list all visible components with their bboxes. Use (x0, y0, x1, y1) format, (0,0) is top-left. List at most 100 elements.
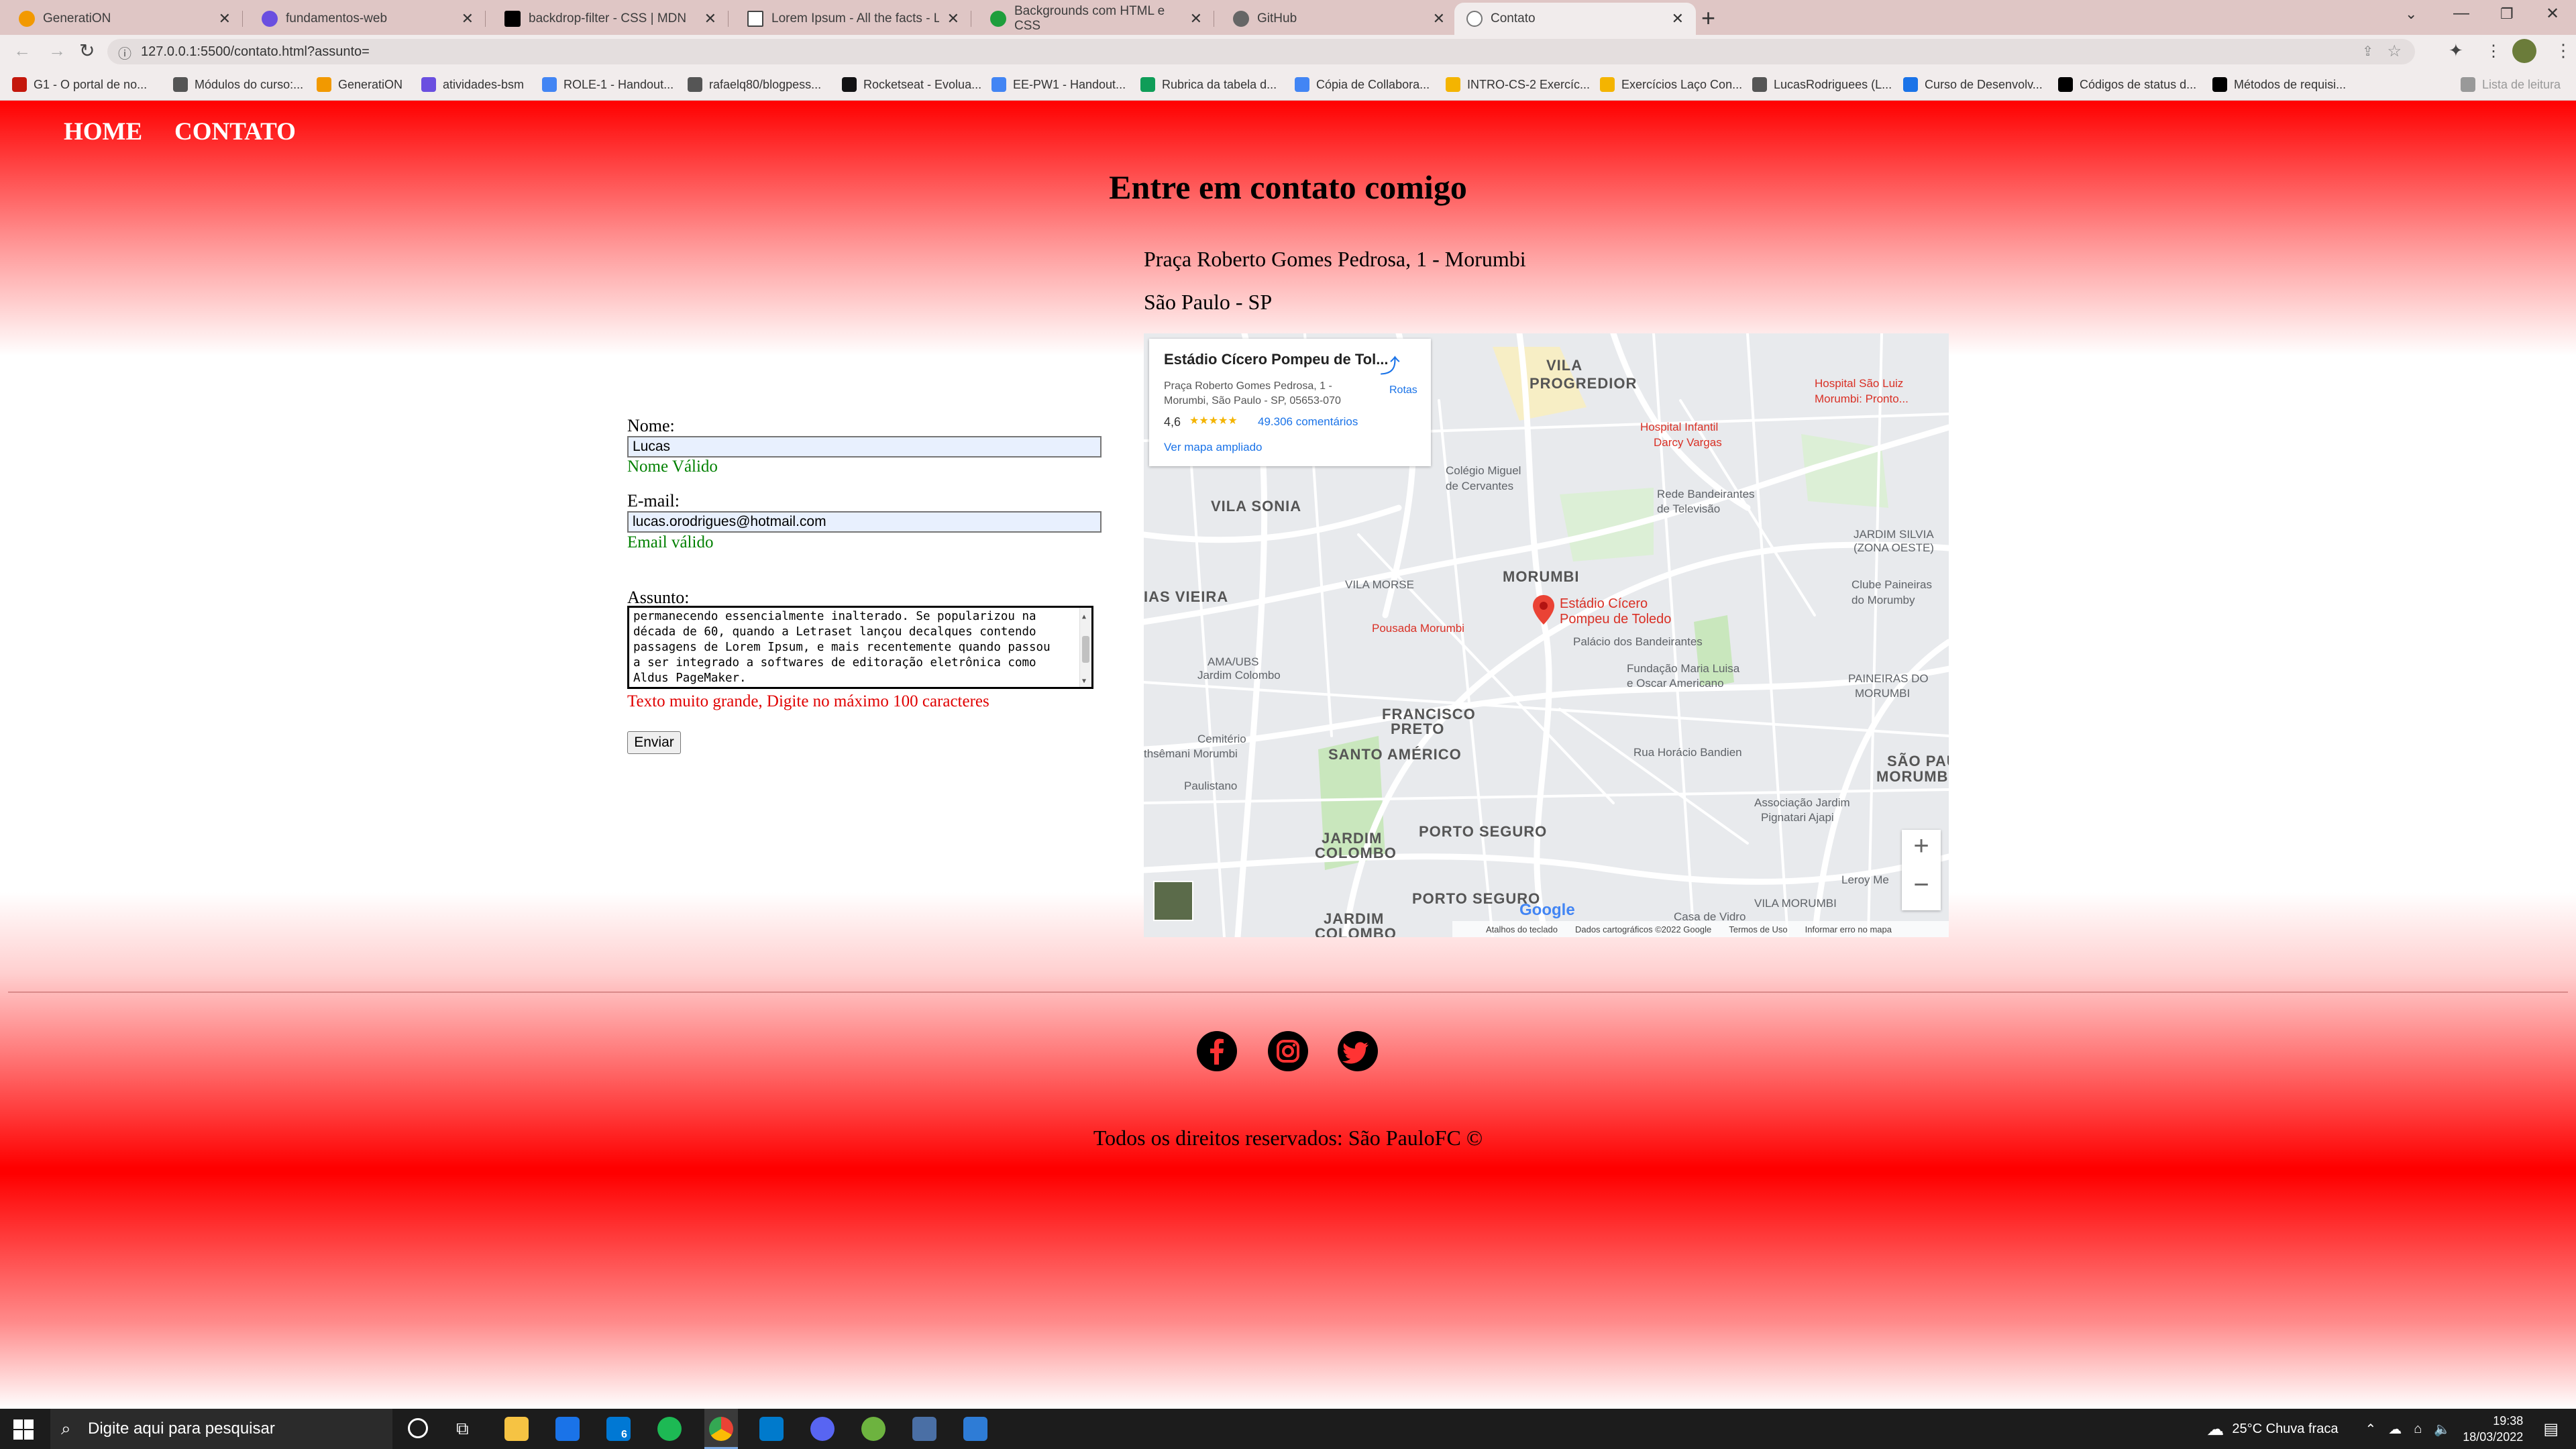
bookmark-item[interactable]: Rocketseat - Evolua... (842, 74, 981, 95)
share-icon[interactable]: ⇪ (2362, 43, 2373, 60)
taskbar-search-box[interactable]: ⌕ Digite aqui para pesquisar (50, 1409, 392, 1449)
scroll-down-icon[interactable]: ▼ (1082, 674, 1086, 687)
bookmark-item[interactable]: Métodos de requisi... (2212, 74, 2346, 95)
weather-text[interactable]: 25°C Chuva fraca (2232, 1421, 2338, 1437)
close-tab-icon[interactable]: ✕ (462, 10, 474, 28)
bookmark-item[interactable]: rafaelq80/blogpess... (688, 74, 821, 95)
directions-icon[interactable]: ⤴ (1380, 350, 1400, 379)
address-bar[interactable]: ⓘ 127.0.0.1:5500/contato.html?assunto= ⇪… (107, 39, 2415, 64)
terms-link[interactable]: Termos de Uso (1729, 924, 1787, 934)
bookmark-item[interactable]: atividades-bsm (421, 74, 524, 95)
back-icon[interactable]: ← (13, 40, 31, 61)
tab-search-icon[interactable]: ⌄ (2405, 5, 2417, 23)
github-classroom-favicon-icon (262, 11, 278, 27)
keyboard-shortcuts-link[interactable]: Atalhos do teclado (1486, 924, 1558, 934)
tab-contato[interactable]: Contato ✕ (1454, 3, 1696, 35)
profile-avatar[interactable] (2512, 39, 2536, 63)
close-tab-icon[interactable]: ✕ (1672, 10, 1684, 28)
tab-github[interactable]: GitHub ✕ (1221, 3, 1457, 35)
bookmark-label: Módulos do curso:... (195, 77, 304, 91)
scroll-up-icon[interactable]: ▲ (1082, 609, 1086, 625)
bookmark-item[interactable]: G1 - O portal de no... (12, 74, 147, 95)
discord-icon[interactable] (810, 1417, 835, 1441)
zoom-out-button[interactable]: − (1902, 870, 1941, 900)
instagram-icon[interactable] (1267, 1030, 1309, 1073)
bookmark-item[interactable]: Códigos de status d... (2058, 74, 2196, 95)
site-info-icon[interactable]: ⓘ (118, 43, 131, 62)
file-explorer-icon[interactable] (504, 1417, 529, 1441)
spring-tools-icon[interactable] (861, 1417, 885, 1441)
textarea-scrollbar[interactable]: ▲ ▼ (1079, 608, 1091, 687)
photos-icon[interactable] (963, 1417, 987, 1441)
windows-start-icon[interactable] (13, 1419, 34, 1440)
reload-icon[interactable]: ↻ (79, 40, 95, 62)
bookmark-item[interactable]: Exercícios Laço Con... (1600, 74, 1742, 95)
nome-input[interactable] (627, 436, 1102, 458)
bookmark-item[interactable]: INTRO-CS-2 Exercíc... (1446, 74, 1590, 95)
onedrive-icon[interactable]: ☁ (2388, 1421, 2402, 1438)
report-error-link[interactable]: Informar erro no mapa (1805, 924, 1892, 934)
restore-icon[interactable]: ❐ (2500, 5, 2514, 23)
vscode-icon[interactable] (759, 1417, 784, 1441)
assunto-text-line: permanecendo essencialmente inalterado. … (633, 610, 1036, 623)
map-pin-icon[interactable] (1533, 595, 1554, 625)
extensions-icon[interactable]: ✦ (2449, 40, 2463, 61)
email-input[interactable] (627, 511, 1102, 533)
volume-icon[interactable]: 🔈 (2434, 1421, 2451, 1438)
directions-link[interactable]: Rotas (1389, 384, 1417, 396)
assunto-label: Assunto: (627, 588, 690, 607)
chrome-taskbar-button[interactable] (704, 1409, 738, 1449)
close-tab-icon[interactable]: ✕ (947, 10, 959, 28)
reviews-link[interactable]: 49.306 comentários (1258, 415, 1358, 429)
bookmark-item[interactable]: Lista de leitura (2461, 74, 2561, 95)
assunto-textarea[interactable]: permanecendo essencialmente inalterado. … (627, 606, 1093, 689)
bookmark-item[interactable]: EE-PW1 - Handout... (991, 74, 1126, 95)
mail-icon[interactable]: 6 (606, 1417, 631, 1441)
tab-lorem-ipsum[interactable]: Lorem Ipsum - All the facts - Lip ✕ (735, 3, 971, 35)
cortana-icon[interactable] (408, 1418, 428, 1438)
close-tab-icon[interactable]: ✕ (1433, 10, 1445, 28)
clock[interactable]: 19:38 18/03/2022 (2463, 1413, 2523, 1445)
google-map-embed[interactable]: Estádio Cícero Pompeu de Toledo VILA PROG… (1144, 333, 1949, 937)
bookmark-item[interactable]: ROLE-1 - Handout... (542, 74, 674, 95)
forward-icon[interactable]: → (48, 40, 66, 61)
tab-generation[interactable]: GeneratiON ✕ (7, 3, 243, 35)
enviar-button[interactable]: Enviar (627, 731, 681, 754)
nav-home-link[interactable]: HOME (64, 117, 142, 146)
tab-fundamentos-web[interactable]: fundamentos-web ✕ (250, 3, 486, 35)
close-tab-icon[interactable]: ✕ (1190, 10, 1202, 28)
satellite-toggle-button[interactable] (1153, 881, 1193, 921)
tab-backgrounds[interactable]: Backgrounds com HTML e CSS ✕ (978, 3, 1214, 35)
scrollbar-thumb[interactable] (1082, 636, 1089, 663)
notifications-icon[interactable]: ▤ (2543, 1419, 2559, 1439)
bookmark-item[interactable]: Curso de Desenvolv... (1903, 74, 2043, 95)
microsoft-store-icon[interactable] (555, 1417, 580, 1441)
clock-date: 18/03/2022 (2463, 1430, 2524, 1444)
close-window-icon[interactable]: ✕ (2546, 4, 2559, 23)
close-tab-icon[interactable]: ✕ (219, 10, 231, 28)
bookmark-star-icon[interactable]: ☆ (2387, 42, 2402, 61)
notepad-icon[interactable] (912, 1417, 936, 1441)
weather-icon[interactable]: ☁ (2206, 1419, 2224, 1440)
close-tab-icon[interactable]: ✕ (704, 10, 716, 28)
show-hidden-icons-icon[interactable]: ⌃ (2365, 1421, 2376, 1438)
nav-contato-link[interactable]: CONTATO (174, 117, 296, 146)
bookmark-item[interactable]: Rubrica da tabela d... (1140, 74, 1277, 95)
twitter-icon[interactable] (1336, 1030, 1379, 1073)
bookmark-item[interactable]: LucasRodriguees (L... (1752, 74, 1892, 95)
spotify-icon[interactable] (657, 1417, 682, 1441)
tab-mdn[interactable]: backdrop-filter - CSS | MDN ✕ (492, 3, 729, 35)
bookmark-favicon-icon (1140, 77, 1155, 92)
bookmark-item[interactable]: GeneratiON (317, 74, 402, 95)
facebook-icon[interactable] (1195, 1030, 1238, 1073)
zoom-in-button[interactable]: + (1902, 831, 1941, 861)
network-icon[interactable]: ⌂ (2414, 1421, 2422, 1437)
larger-map-link[interactable]: Ver mapa ampliado (1164, 441, 1262, 454)
minimize-icon[interactable]: — (2453, 4, 2469, 23)
menu-icon[interactable]: ⋮ (2555, 40, 2572, 61)
bookmark-label: LucasRodriguees (L... (1774, 77, 1892, 91)
bookmark-item[interactable]: Cópia de Collabora... (1295, 74, 1430, 95)
task-view-icon[interactable]: ⧉ (456, 1418, 469, 1440)
bookmark-item[interactable]: Módulos do curso:... (173, 74, 303, 95)
new-tab-button[interactable]: + (1701, 4, 1715, 32)
